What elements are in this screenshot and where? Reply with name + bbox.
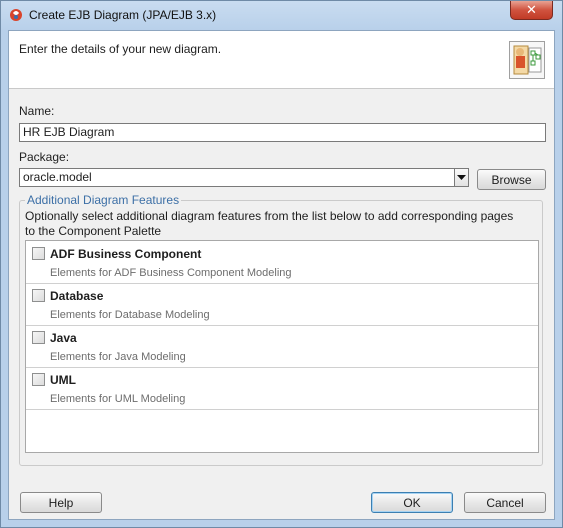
feature-list: ADF Business Component Elements for ADF … bbox=[25, 240, 539, 453]
feature-title: Database bbox=[50, 289, 104, 303]
dialog-window: Create EJB Diagram (JPA/EJB 3.x) ✕ Enter… bbox=[0, 0, 563, 528]
wizard-header: Enter the details of your new diagram. bbox=[9, 31, 554, 89]
jdeveloper-app-icon bbox=[10, 9, 22, 21]
adf-business-component-checkbox[interactable] bbox=[32, 247, 45, 260]
list-item[interactable]: Java Elements for Java Modeling bbox=[26, 325, 538, 368]
cancel-button[interactable]: Cancel bbox=[464, 492, 546, 513]
uml-checkbox[interactable] bbox=[32, 373, 45, 386]
list-item[interactable]: Database Elements for Database Modeling bbox=[26, 283, 538, 326]
java-checkbox[interactable] bbox=[32, 331, 45, 344]
close-button[interactable]: ✕ bbox=[510, 1, 553, 20]
ok-button[interactable]: OK bbox=[371, 492, 453, 513]
close-icon: ✕ bbox=[526, 2, 537, 18]
feature-description: Elements for ADF Business Component Mode… bbox=[50, 267, 292, 279]
name-input[interactable]: HR EJB Diagram bbox=[19, 123, 546, 142]
chevron-down-icon bbox=[457, 174, 466, 180]
feature-description: Elements for Java Modeling bbox=[50, 351, 186, 363]
title-bar[interactable]: Create EJB Diagram (JPA/EJB 3.x) ✕ bbox=[1, 1, 562, 29]
browse-button[interactable]: Browse bbox=[477, 169, 546, 190]
feature-description: Elements for Database Modeling bbox=[50, 309, 210, 321]
additional-features-description: Optionally select additional diagram fea… bbox=[25, 209, 514, 238]
feature-title: UML bbox=[50, 373, 76, 387]
list-item[interactable]: ADF Business Component Elements for ADF … bbox=[26, 241, 538, 284]
feature-title: ADF Business Component bbox=[50, 247, 202, 261]
window-title: Create EJB Diagram (JPA/EJB 3.x) bbox=[29, 8, 217, 22]
diagram-wizard-icon bbox=[509, 41, 545, 79]
name-label: Name: bbox=[19, 104, 55, 118]
dialog-content: Enter the details of your new diagram. N… bbox=[8, 30, 555, 520]
header-instruction: Enter the details of your new diagram. bbox=[19, 42, 222, 56]
help-button[interactable]: Help bbox=[20, 492, 102, 513]
feature-title: Java bbox=[50, 331, 77, 345]
package-dropdown-button[interactable] bbox=[454, 168, 469, 187]
list-item[interactable]: UML Elements for UML Modeling bbox=[26, 367, 538, 410]
database-checkbox[interactable] bbox=[32, 289, 45, 302]
package-label: Package: bbox=[19, 150, 70, 164]
additional-features-title: Additional Diagram Features bbox=[25, 193, 182, 207]
feature-description: Elements for UML Modeling bbox=[50, 393, 186, 405]
package-combobox[interactable]: oracle.model bbox=[19, 168, 455, 187]
